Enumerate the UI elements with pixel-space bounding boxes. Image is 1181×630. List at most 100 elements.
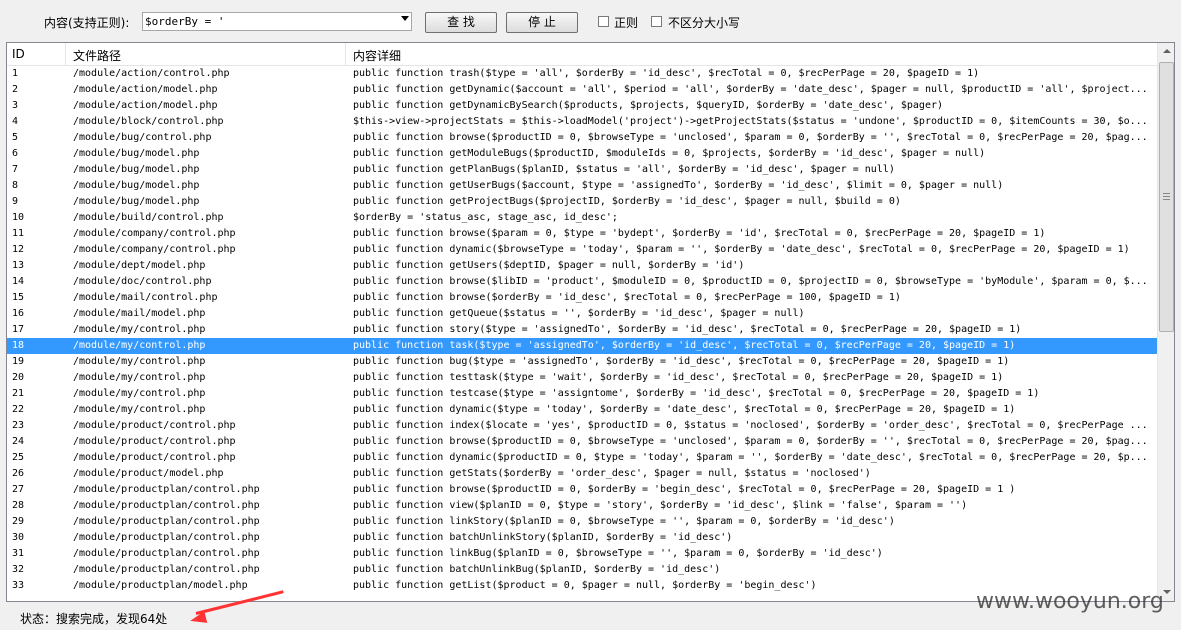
cell-path: /module/my/control.php	[73, 404, 206, 415]
table-row[interactable]: 16/module/mail/model.php public function …	[7, 306, 1157, 322]
column-divider[interactable]	[345, 43, 346, 65]
cell-path: /module/productplan/control.php	[73, 516, 260, 527]
dropdown-arrow-icon[interactable]	[401, 16, 409, 21]
table-row[interactable]: 4/module/block/control.php $this->view->p…	[7, 114, 1157, 130]
table-row[interactable]: 32/module/productplan/control.php public …	[7, 562, 1157, 578]
cell-detail: public function dynamic($type = 'today',…	[353, 404, 1016, 415]
grip-line	[1163, 196, 1170, 197]
cell-id: 8	[12, 180, 19, 191]
vertical-scrollbar[interactable]	[1157, 43, 1174, 601]
table-row[interactable]: 24/module/product/control.php public func…	[7, 434, 1157, 450]
search-input-value[interactable]: $orderBy = '	[145, 15, 224, 28]
table-row[interactable]: 12/module/company/control.php public func…	[7, 242, 1157, 258]
table-row[interactable]: 13/module/dept/model.php public function …	[7, 258, 1157, 274]
table-row[interactable]: 7/module/bug/model.php public function ge…	[7, 162, 1157, 178]
cell-path: /module/productplan/control.php	[73, 564, 260, 575]
cell-id: 13	[12, 260, 25, 271]
cell-id: 4	[12, 116, 19, 127]
cell-path: /module/productplan/control.php	[73, 500, 260, 511]
cell-id: 21	[12, 388, 25, 399]
cell-path: /module/product/control.php	[73, 436, 236, 447]
table-row[interactable]: 5/module/bug/control.php public function …	[7, 130, 1157, 146]
stop-button[interactable]: 停 止	[506, 12, 578, 33]
table-row[interactable]: 19/module/my/control.php public function …	[7, 354, 1157, 370]
ignore-case-label[interactable]: 不区分大小写	[668, 14, 740, 31]
cell-id: 28	[12, 500, 25, 511]
cell-path: /module/productplan/control.php	[73, 532, 260, 543]
cell-id: 14	[12, 276, 25, 287]
cell-path: /module/build/control.php	[73, 212, 224, 223]
table-row[interactable]: 21/module/my/control.php public function …	[7, 386, 1157, 402]
cell-detail: public function browse($productID = 0, $…	[353, 132, 1148, 143]
cell-detail: $this->view->projectStats = $this->loadM…	[353, 116, 1148, 127]
table-row[interactable]: 15/module/mail/control.php public functio…	[7, 290, 1157, 306]
scroll-thumb[interactable]	[1159, 62, 1174, 332]
cell-detail: public function bug($type = 'assignedTo'…	[353, 356, 1010, 367]
cell-path: /module/mail/model.php	[73, 308, 206, 319]
table-row[interactable]: 10/module/build/control.php $orderBy = 's…	[7, 210, 1157, 226]
table-row[interactable]: 28/module/productplan/control.php public …	[7, 498, 1157, 514]
cell-detail: public function getDynamic($account = 'a…	[353, 84, 1148, 95]
cell-detail: public function getUserBugs($account, $t…	[353, 180, 1004, 191]
table-row[interactable]: 20/module/my/control.php public function …	[7, 370, 1157, 386]
cell-id: 7	[12, 164, 19, 175]
cell-id: 18	[12, 340, 25, 351]
cell-id: 30	[12, 532, 25, 543]
table-row[interactable]: 6/module/bug/model.php public function ge…	[7, 146, 1157, 162]
cell-detail: public function story($type = 'assignedT…	[353, 324, 1022, 335]
table-row[interactable]: 26/module/product/model.php public functi…	[7, 466, 1157, 482]
table-row[interactable]: 30/module/productplan/control.php public …	[7, 530, 1157, 546]
regex-label[interactable]: 正则	[614, 14, 638, 31]
table-row[interactable]: 14/module/doc/control.php public function…	[7, 274, 1157, 290]
column-header-id[interactable]: ID	[12, 47, 25, 61]
column-divider[interactable]	[65, 43, 66, 65]
cell-path: /module/action/model.php	[73, 84, 218, 95]
cell-detail: public function dynamic($productID = 0, …	[353, 452, 1148, 463]
grip-line	[1163, 193, 1170, 194]
table-row[interactable]: 27/module/productplan/control.php public …	[7, 482, 1157, 498]
table-row[interactable]: 9/module/bug/model.php public function ge…	[7, 194, 1157, 210]
content-label: 内容(支持正则):	[44, 16, 130, 30]
cell-path: /module/my/control.php	[73, 388, 206, 399]
ignore-case-checkbox[interactable]	[651, 16, 662, 27]
table-row[interactable]: 29/module/productplan/control.php public …	[7, 514, 1157, 530]
cell-detail: public function browse($libID = 'product…	[353, 276, 1148, 287]
cell-id: 31	[12, 548, 25, 559]
cell-id: 24	[12, 436, 25, 447]
cell-path: /module/doc/control.php	[73, 276, 212, 287]
table-row[interactable]: 31/module/productplan/control.php public …	[7, 546, 1157, 562]
table-row[interactable]: 1/module/action/control.php public functi…	[7, 66, 1157, 82]
cell-detail: public function getModuleBugs($productID…	[353, 148, 986, 159]
table-row[interactable]: 25/module/product/control.php public func…	[7, 450, 1157, 466]
cell-id: 19	[12, 356, 25, 367]
cell-path: /module/my/control.php	[73, 372, 206, 383]
column-header-path[interactable]: 文件路径	[73, 47, 121, 64]
cell-id: 12	[12, 244, 25, 255]
table-row[interactable]: 17/module/my/control.php public function …	[7, 322, 1157, 338]
cell-detail: public function linkBug($planID = 0, $br…	[353, 548, 883, 559]
table-row[interactable]: 18/module/my/control.php public function …	[7, 338, 1157, 354]
table-row[interactable]: 23/module/product/control.php public func…	[7, 418, 1157, 434]
cell-id: 10	[12, 212, 25, 223]
cell-id: 9	[12, 196, 19, 207]
column-header-detail[interactable]: 内容详细	[353, 47, 401, 64]
cell-path: /module/bug/control.php	[73, 132, 212, 143]
table-row[interactable]: 3/module/action/model.php public function…	[7, 98, 1157, 114]
cell-id: 32	[12, 564, 25, 575]
find-button[interactable]: 查 找	[425, 12, 497, 33]
table-row[interactable]: 8/module/bug/model.php public function ge…	[7, 178, 1157, 194]
grip-line	[1163, 199, 1170, 200]
table-row[interactable]: 2/module/action/model.php public function…	[7, 82, 1157, 98]
cell-detail: public function getUsers($deptID, $pager…	[353, 260, 745, 271]
search-combobox[interactable]: $orderBy = '	[142, 12, 412, 31]
results-list[interactable]: ID 文件路径 内容详细 1/module/action/control.php…	[6, 42, 1175, 602]
cell-path: /module/bug/model.php	[73, 180, 200, 191]
cell-detail: public function getProjectBugs($projectI…	[353, 196, 901, 207]
cell-detail: public function index($locate = 'yes', $…	[353, 420, 1148, 431]
table-row[interactable]: 22/module/my/control.php public function …	[7, 402, 1157, 418]
cell-path: /module/product/control.php	[73, 420, 236, 431]
cell-path: /module/my/control.php	[73, 324, 206, 335]
scroll-up-button[interactable]	[1159, 43, 1174, 60]
table-row[interactable]: 11/module/company/control.php public func…	[7, 226, 1157, 242]
regex-checkbox[interactable]	[598, 16, 609, 27]
